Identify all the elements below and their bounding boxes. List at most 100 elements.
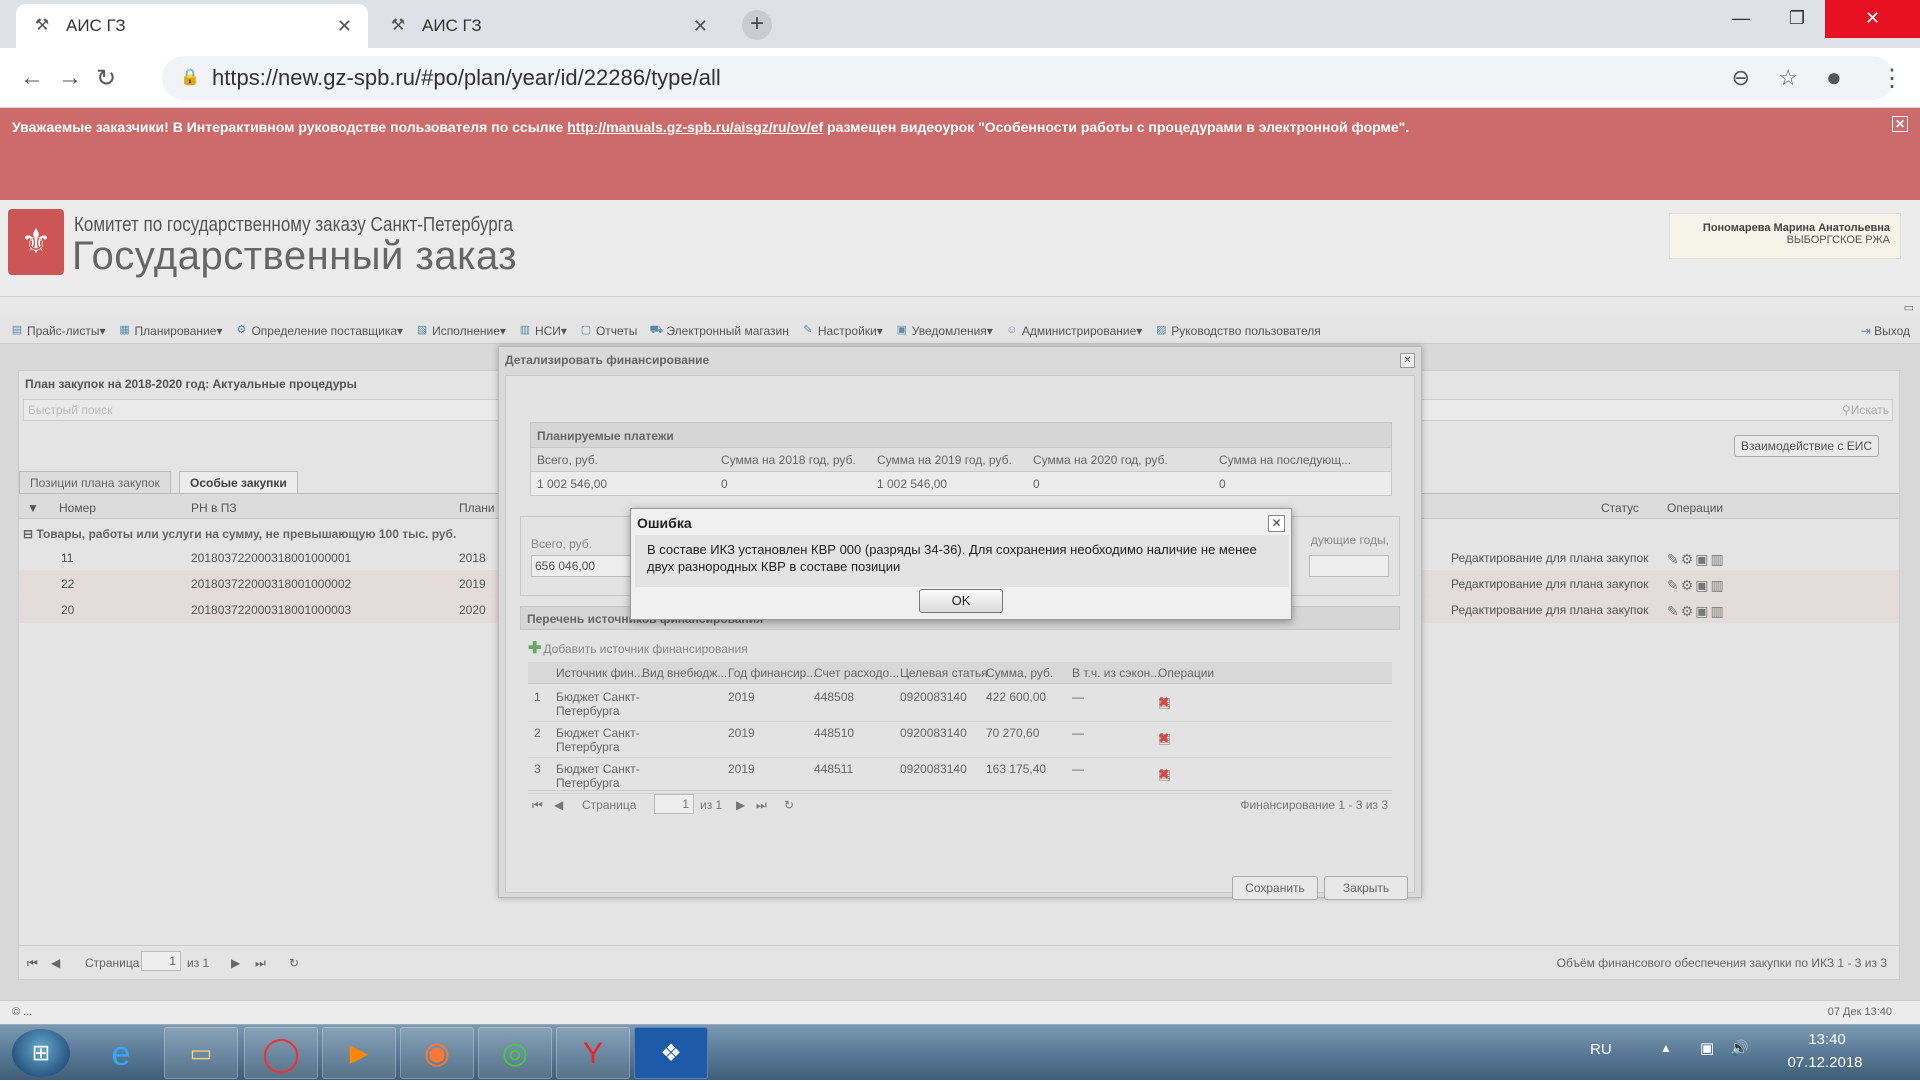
delete-icon[interactable]: ✖ (1158, 730, 1173, 747)
last-page-icon[interactable]: ⏭ (255, 956, 266, 971)
system-tray: RU ▲ ▣ 🔊 13:40 07.12.2018 (1540, 1025, 1920, 1081)
prev-page-icon[interactable]: ◀ (554, 798, 563, 812)
chrome-icon[interactable]: ◎ (478, 1027, 552, 1079)
delete-icon[interactable]: ✖ (1158, 694, 1173, 711)
close-window-button[interactable]: ✕ (1825, 0, 1920, 38)
next-page-icon[interactable]: ▶ (231, 956, 240, 970)
col-source[interactable]: Источник фин... (556, 666, 644, 680)
page-input[interactable]: 1 (141, 951, 181, 971)
col-sum[interactable]: Сумма, руб. (986, 666, 1053, 680)
close-button[interactable]: Закрыть (1324, 876, 1408, 900)
volume-icon[interactable]: 🔊 (1730, 1039, 1749, 1057)
last-page-icon[interactable]: ⏭ (756, 798, 767, 813)
back-icon[interactable]: ← (20, 64, 44, 92)
yandex-icon[interactable]: Y (556, 1027, 630, 1079)
subsequent-input[interactable] (1309, 555, 1389, 577)
tab-plan-positions[interactable]: Позиции плана закупок (19, 471, 171, 493)
source-row[interactable]: 1 Бюджет Санкт-Петербурга 2019 448508 09… (528, 686, 1392, 722)
col-year[interactable]: Год финансир... (728, 666, 816, 680)
user-org: ВЫБОРГСКОЕ РЖА (1786, 234, 1890, 246)
minimize-button[interactable]: — (1713, 0, 1769, 38)
row-operation-icons[interactable]: ✎⚙▣▥ (1667, 551, 1726, 568)
menu-item-planning[interactable]: ▦ Планирование ▾ (118, 324, 222, 338)
collapse-group-icon[interactable]: ⊟ (23, 527, 33, 541)
delete-icon[interactable]: ✖ (1158, 766, 1173, 783)
source-row[interactable]: 3 Бюджет Санкт-Петербурга 2019 448511 09… (528, 758, 1392, 794)
collapse-icon[interactable]: ▭ (1904, 301, 1914, 314)
media-player-icon[interactable]: ▶ (322, 1027, 396, 1079)
ie-icon[interactable]: e (84, 1027, 158, 1079)
col-article[interactable]: Целевая статья (900, 666, 988, 680)
row-sum: 163 175,40 (986, 762, 1047, 776)
col-status[interactable]: Статус (1601, 501, 1639, 515)
menu-item-price-lists[interactable]: ▤ Прайс-листы ▾ (10, 324, 106, 338)
tab-special-purchases[interactable]: Особые закупки (179, 471, 298, 493)
close-tab-icon[interactable]: ✕ (693, 16, 708, 37)
clock-time[interactable]: 13:40 (1782, 1031, 1872, 1048)
filter-icon[interactable]: ▼ (27, 501, 39, 515)
clock-date[interactable]: 07.12.2018 (1770, 1054, 1880, 1071)
save-button[interactable]: Сохранить (1232, 876, 1318, 900)
eis-interaction-button[interactable]: Взаимодействие с ЕИС (1733, 435, 1879, 457)
url-field[interactable]: 🔒 https://new.gz-spb.ru/#po/plan/year/id… (162, 56, 1894, 100)
account-icon[interactable]: ● (1826, 62, 1842, 93)
menu-item-settings[interactable]: ✎ Настройки ▾ (801, 324, 882, 338)
browser-tab[interactable]: ⚒ АИС ГЗ ✕ (372, 4, 724, 48)
total-input[interactable]: 656 046,00 (531, 555, 641, 577)
first-page-icon[interactable]: ⏮ (27, 956, 38, 971)
row-operation-icons[interactable]: ✎⚙▣▥ (1667, 577, 1726, 594)
close-tab-icon[interactable]: ✕ (337, 16, 352, 37)
reload-icon[interactable]: ↻ (96, 64, 116, 93)
menu-item-notifications[interactable]: ▣ Уведомления ▾ (895, 324, 993, 338)
banner-close-icon[interactable]: ✕ (1892, 116, 1908, 132)
menu-item-manual[interactable]: ▨ Руководство пользователя (1154, 324, 1321, 338)
first-page-icon[interactable]: ⏮ (532, 798, 543, 813)
col-number[interactable]: Номер (59, 501, 96, 515)
col-account[interactable]: Счет расходо... (814, 666, 899, 680)
col-extrabudget[interactable]: Вид внебюдж... (642, 666, 727, 680)
bookmark-star-icon[interactable]: ☆ (1778, 56, 1798, 100)
menu-item-supplier[interactable]: ⚙ Определение поставщика ▾ (234, 324, 404, 338)
address-toolbar: ← → ↻ 🔒 https://new.gz-spb.ru/#po/plan/y… (0, 48, 1920, 108)
add-source-button[interactable]: ✚ Добавить источник финансирования (528, 638, 748, 658)
menu-item-nsi[interactable]: ▥ НСИ ▾ (518, 324, 567, 338)
tray-arrow-icon[interactable]: ▲ (1660, 1041, 1672, 1055)
start-button[interactable]: ⊞ (12, 1029, 70, 1077)
prev-page-icon[interactable]: ◀ (51, 956, 60, 970)
menu-item-execution[interactable]: ▧ Исполнение ▾ (415, 324, 506, 338)
col-rn[interactable]: РН в ПЗ (191, 501, 237, 515)
page-input[interactable]: 1 (654, 794, 694, 814)
menu-item-eshop[interactable]: ⛟ Электронный магазин (649, 324, 789, 338)
ok-button[interactable]: OK (919, 589, 1003, 613)
banner-link[interactable]: http://manuals.gz-spb.ru/aisgz/ru/ov/ef (567, 119, 823, 135)
search-button[interactable]: ⚲Искать (1842, 403, 1889, 417)
group-row[interactable]: ⊟ Товары, работы или услуги на сумму, не… (23, 527, 456, 541)
refresh-icon[interactable]: ↻ (289, 956, 299, 970)
row-operation-icons[interactable]: ✎⚙▣▥ (1667, 603, 1726, 620)
menu-item-reports[interactable]: ▢ Отчеты (579, 324, 638, 338)
exit-button[interactable]: ⇥ Выход (1861, 324, 1910, 338)
new-tab-button[interactable]: + (742, 10, 772, 40)
source-row[interactable]: 2 Бюджет Санкт-Петербурга 2019 448510 09… (528, 722, 1392, 758)
menu-dots-icon[interactable]: ⋮ (1880, 64, 1904, 93)
refresh-icon[interactable]: ↻ (784, 798, 794, 812)
row-num: 3 (534, 762, 541, 776)
network-icon[interactable]: ▣ (1700, 1039, 1714, 1057)
firefox-icon[interactable]: ◉ (400, 1027, 474, 1079)
explorer-icon[interactable]: ▭ (164, 1027, 238, 1079)
dialog-close-icon[interactable]: ✕ (1400, 353, 1415, 368)
next-page-icon[interactable]: ▶ (736, 798, 745, 812)
col-plan[interactable]: Плани (459, 501, 495, 515)
payments-columns: Всего, руб. Сумма на 2018 год, руб. Сумм… (530, 448, 1392, 472)
browser-tab-active[interactable]: ⚒ АИС ГЗ ✕ (16, 4, 368, 48)
app-icon[interactable]: ❖ (634, 1027, 708, 1079)
language-indicator[interactable]: RU (1590, 1041, 1612, 1058)
opera-icon[interactable]: ◯ (244, 1027, 318, 1079)
menu-item-admin[interactable]: ☺ Администрирование ▾ (1005, 324, 1142, 338)
col-saved[interactable]: В т.ч. из сэкон... (1072, 666, 1160, 680)
error-close-icon[interactable]: ✕ (1268, 515, 1285, 532)
maximize-button[interactable]: ❐ (1769, 0, 1825, 38)
sources-table-header: Источник фин... Вид внебюдж... Год финан… (528, 662, 1392, 684)
zoom-icon[interactable]: ⊖ (1732, 56, 1750, 100)
forward-icon[interactable]: → (58, 64, 82, 92)
